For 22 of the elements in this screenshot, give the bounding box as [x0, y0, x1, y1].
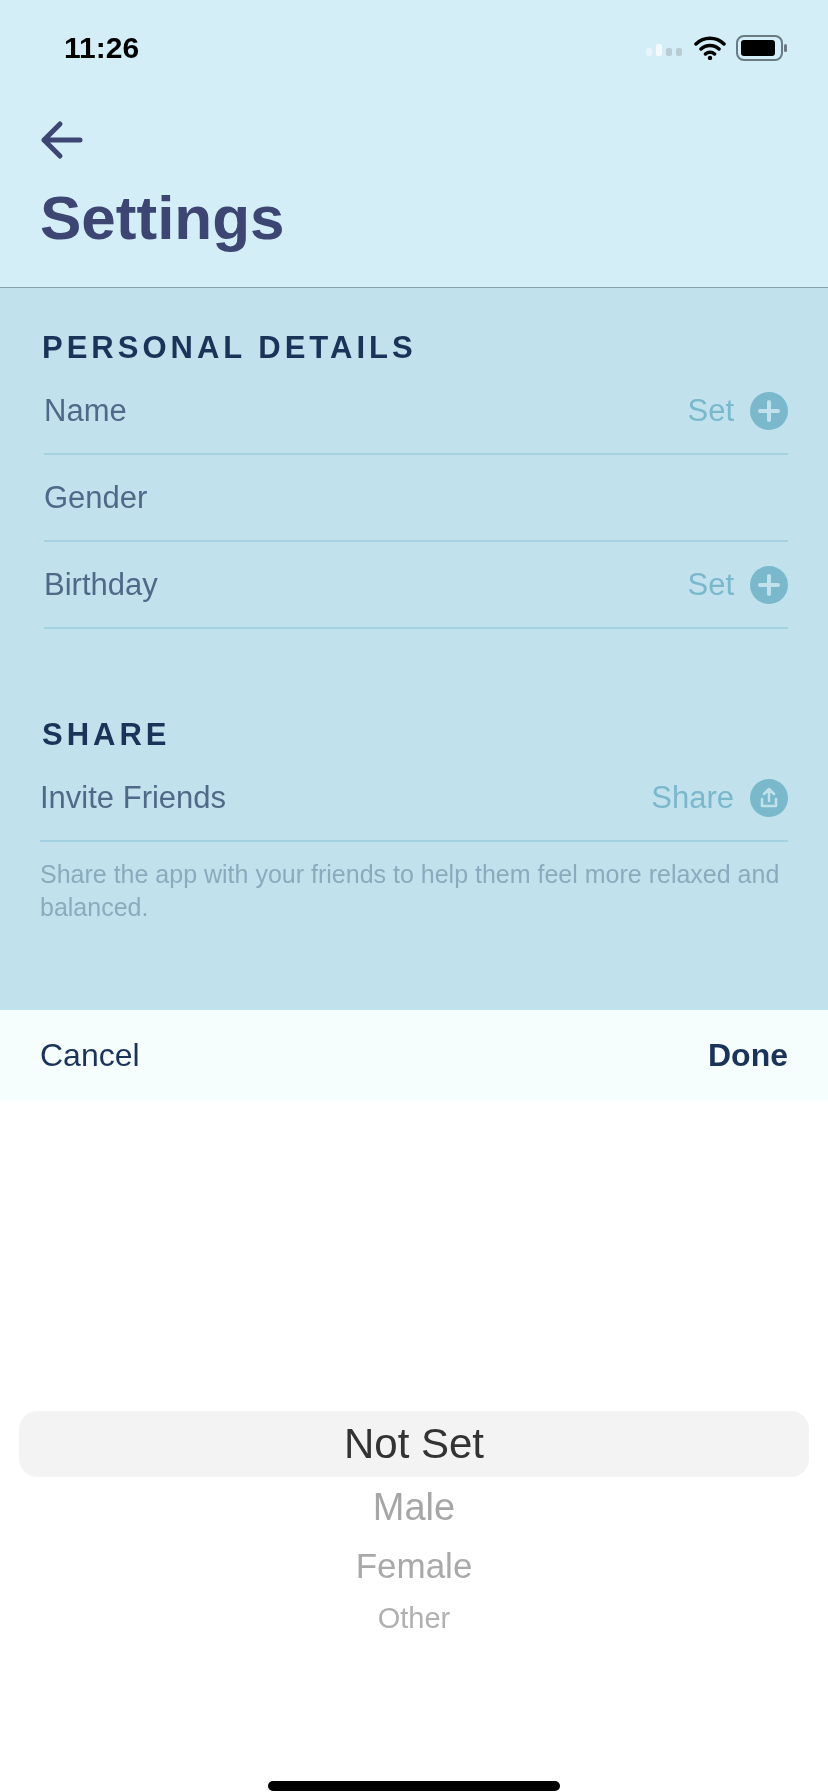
cancel-button[interactable]: Cancel — [40, 1036, 140, 1074]
plus-circle-icon — [750, 565, 788, 604]
share-button[interactable]: Share — [651, 778, 788, 817]
set-button[interactable]: Set — [687, 391, 788, 430]
wifi-icon — [694, 36, 726, 60]
row-label: Name — [44, 392, 127, 429]
battery-icon — [736, 35, 788, 61]
done-button[interactable]: Done — [708, 1036, 788, 1074]
set-button[interactable]: Set — [687, 565, 788, 604]
picker-option[interactable]: Male — [19, 1477, 809, 1537]
plus-circle-icon — [750, 391, 788, 430]
section-title: SHARE — [41, 716, 172, 754]
status-time: 11:26 — [64, 31, 140, 65]
page-title: Settings — [40, 182, 286, 253]
row-label: Birthday — [44, 566, 158, 603]
picker-option[interactable]: Other — [19, 1595, 809, 1641]
row-label: Invite Friends — [40, 779, 227, 816]
section-title: PERSONAL DETAILS — [41, 329, 418, 367]
picker-option[interactable]: Not Set — [19, 1411, 809, 1477]
picker-option[interactable]: Female — [19, 1537, 809, 1595]
share-icon — [750, 778, 788, 817]
row-label: Gender — [44, 479, 148, 516]
